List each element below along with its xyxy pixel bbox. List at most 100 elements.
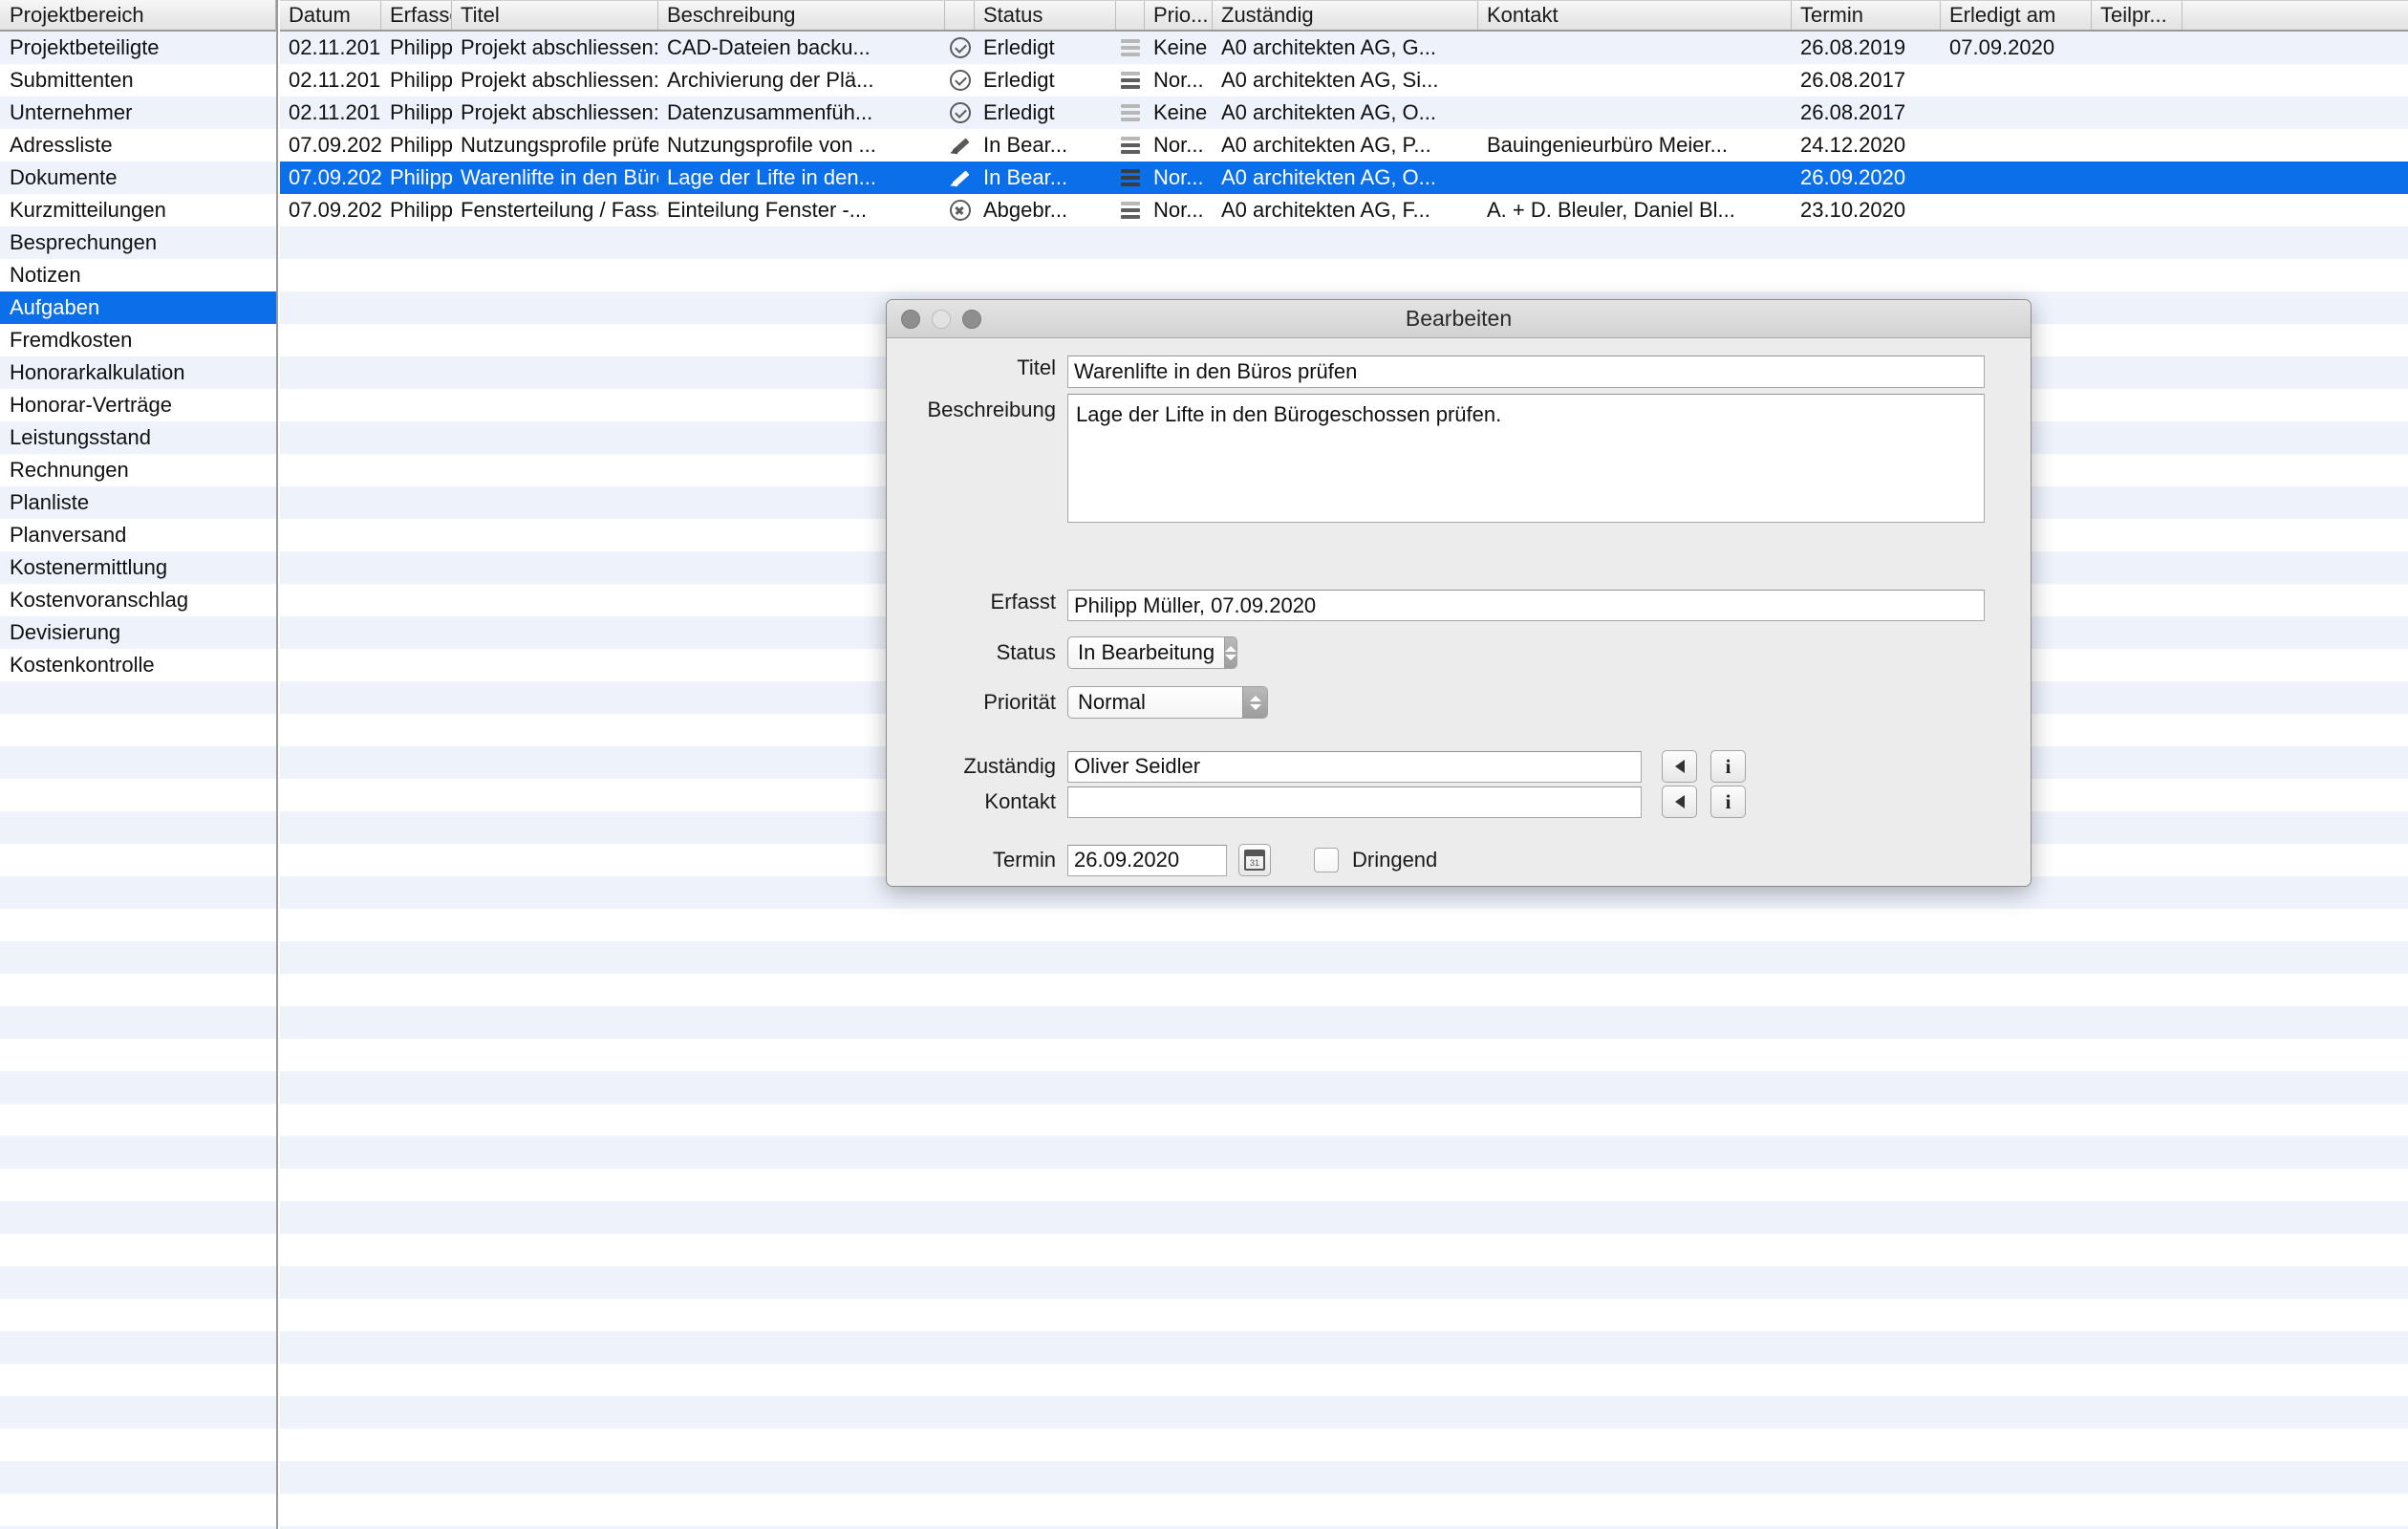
column-header-termin[interactable]: Termin [1792, 1, 1941, 30]
priority-bars-icon [1121, 169, 1140, 186]
titel-input[interactable]: Warenlifte in den Büros prüfen [1067, 355, 1985, 388]
sidebar-empty-row [0, 1234, 276, 1266]
column-header-erledigt-am[interactable]: Erledigt am [1941, 1, 2092, 30]
sidebar-item-aufgaben[interactable]: Aufgaben [0, 291, 276, 324]
priority-bars-icon [1121, 104, 1140, 121]
table-empty-row [280, 909, 2408, 941]
cell-prioritaet: Nor... [1153, 68, 1204, 92]
sidebar-item-kostenkontrolle[interactable]: Kostenkontrolle [0, 649, 276, 681]
cell-erfasser: Philipp ... [390, 198, 452, 222]
sidebar-item-besprechungen[interactable]: Besprechungen [0, 226, 276, 259]
sidebar-empty-row [0, 746, 276, 779]
sidebar-item-adressliste[interactable]: Adressliste [0, 129, 276, 162]
sidebar-empty-row [0, 779, 276, 811]
cell-termin: 26.08.2019 [1800, 35, 1906, 59]
column-header-kontakt[interactable]: Kontakt [1478, 1, 1792, 30]
cell-beschreibung: Datenzusammenfüh... [667, 100, 873, 124]
status-select[interactable]: In Bearbeitung [1067, 636, 1237, 669]
cell-status: Abgebr... [983, 198, 1068, 222]
kontakt-info-button[interactable]: i [1710, 786, 1746, 818]
sidebar-item-honorarkalkulation[interactable]: Honorarkalkulation [0, 356, 276, 389]
table-empty-row [280, 1494, 2408, 1526]
edit-dialog: Bearbeiten Titel Warenlifte in den Büros… [886, 299, 2032, 887]
column-header-beschreibung[interactable]: Beschreibung [658, 1, 945, 30]
cell-titel: Warenlifte in den Büros pr... [461, 165, 658, 189]
cell-erledigt-am [1941, 194, 2092, 226]
table-empty-row [280, 1104, 2408, 1136]
table-empty-row [280, 1169, 2408, 1201]
sidebar-item-rechnungen[interactable]: Rechnungen [0, 454, 276, 486]
cell-status-icon [945, 32, 975, 64]
sidebar-empty-row [0, 1364, 276, 1396]
sidebar-item-devisierung[interactable]: Devisierung [0, 616, 276, 649]
sidebar-item-honorar-vertr-ge[interactable]: Honorar-Verträge [0, 389, 276, 421]
table-row[interactable]: 07.09.2020 Philipp ... Warenlifte in den B… [280, 162, 2408, 194]
sidebar-empty-row [0, 714, 276, 746]
sidebar: Projektbereich Projektbeteiligte Submitte… [0, 0, 278, 1529]
sidebar-empty-row [0, 1006, 276, 1039]
sidebar-item-dokumente[interactable]: Dokumente [0, 162, 276, 194]
cell-erfasser: Philipp ... [390, 133, 452, 157]
cell-status: In Bear... [983, 133, 1068, 157]
table-row[interactable]: 02.11.2018 Philipp ... Projekt abschliesse… [280, 97, 2408, 129]
prioritaet-select[interactable]: Normal [1067, 686, 1268, 719]
cell-beschreibung: CAD-Dateien backu... [667, 35, 871, 59]
dialog-titlebar[interactable]: Bearbeiten [887, 300, 2031, 338]
sidebar-item-submittenten[interactable]: Submittenten [0, 64, 276, 97]
zustaendig-info-button[interactable]: i [1710, 750, 1746, 783]
cell-priority-icon [1116, 162, 1145, 194]
table-row[interactable]: 07.09.2020 Philipp ... Nutzungsprofile prü… [280, 129, 2408, 162]
sidebar-empty-row [0, 1136, 276, 1169]
sidebar-item-kostenvoranschlag[interactable]: Kostenvoranschlag [0, 584, 276, 616]
termin-calendar-button[interactable]: 31 [1238, 844, 1271, 876]
stepper-arrows-icon[interactable] [1224, 637, 1236, 668]
cell-beschreibung: Lage der Lifte in den... [667, 165, 876, 189]
sidebar-item-planliste[interactable]: Planliste [0, 486, 276, 519]
sidebar-item-projektbeteiligte[interactable]: Projektbeteiligte [0, 32, 276, 64]
cell-datum: 02.11.2018 [289, 68, 381, 92]
column-header-icon-4[interactable] [945, 1, 975, 30]
sidebar-empty-row [0, 941, 276, 974]
sidebar-item-unternehmer[interactable]: Unternehmer [0, 97, 276, 129]
cell-priority-icon [1116, 32, 1145, 64]
table-empty-row [280, 259, 2408, 291]
table-empty-row [280, 1396, 2408, 1429]
sidebar-item-notizen[interactable]: Notizen [0, 259, 276, 291]
column-header-erfasser[interactable]: Erfasser [381, 1, 452, 30]
column-header-prio-[interactable]: Prio... [1145, 1, 1213, 30]
sidebar-empty-row [0, 1461, 276, 1494]
cancel-circle-icon [949, 200, 971, 221]
info-icon: i [1725, 789, 1731, 813]
beschreibung-textarea[interactable]: Lage der Lifte in den Bürogeschossen prü… [1067, 394, 1985, 523]
zustaendig-label: Zuständig [963, 754, 1056, 778]
table-row[interactable]: 02.11.2018 Philipp ... Projekt abschliesse… [280, 32, 2408, 64]
sidebar-item-leistungsstand[interactable]: Leistungsstand [0, 421, 276, 454]
column-header-teilpr-[interactable]: Teilpr... [2092, 1, 2182, 30]
beschreibung-label: Beschreibung [927, 398, 1056, 421]
dringend-checkbox[interactable] [1314, 848, 1339, 872]
cell-kontakt [1478, 32, 1792, 64]
stepper-arrows-icon[interactable] [1242, 687, 1267, 718]
sidebar-item-kostenermittlung[interactable]: Kostenermittlung [0, 551, 276, 584]
sidebar-empty-row [0, 1299, 276, 1331]
zustaendig-input[interactable]: Oliver Seidler [1067, 750, 1642, 783]
column-header-icon-6[interactable] [1116, 1, 1145, 30]
termin-input[interactable]: 26.09.2020 [1067, 844, 1227, 876]
sidebar-item-fremdkosten[interactable]: Fremdkosten [0, 324, 276, 356]
termin-label: Termin [992, 848, 1056, 872]
cell-erledigt-am: 07.09.2020 [1949, 35, 2055, 59]
sidebar-item-planversand[interactable]: Planversand [0, 519, 276, 551]
table-row[interactable]: 02.11.2018 Philipp ... Projekt abschliesse… [280, 64, 2408, 97]
sidebar-empty-row [0, 876, 276, 909]
column-header-titel[interactable]: Titel [452, 1, 658, 30]
column-header-datum[interactable]: Datum [280, 1, 381, 30]
kontakt-picker-button[interactable] [1662, 786, 1697, 818]
column-header-zust-ndig[interactable]: Zuständig [1213, 1, 1478, 30]
cell-kontakt: Bauingenieurbüro Meier... [1487, 133, 1728, 157]
zustaendig-picker-button[interactable] [1662, 750, 1697, 783]
table-row[interactable]: 07.09.2020 Philipp ... Fensterteilung / Fa… [280, 194, 2408, 226]
sidebar-item-kurzmitteilungen[interactable]: Kurzmitteilungen [0, 194, 276, 226]
kontakt-input[interactable] [1067, 786, 1642, 818]
column-header-status[interactable]: Status [975, 1, 1116, 30]
table-empty-row [280, 1039, 2408, 1071]
